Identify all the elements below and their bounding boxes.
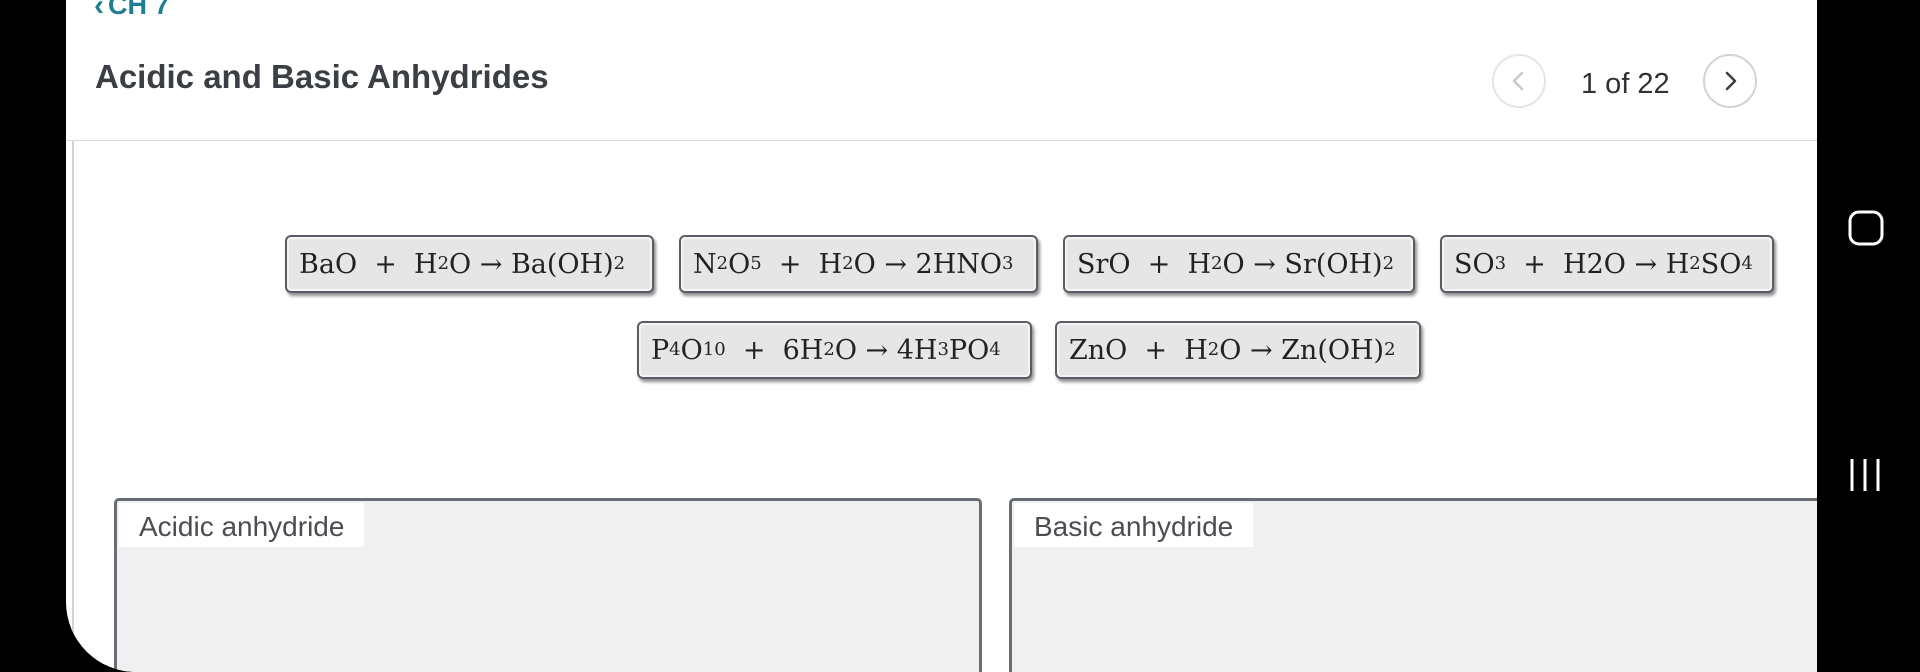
next-button[interactable] <box>1703 54 1757 108</box>
content-border <box>72 141 74 672</box>
previous-button[interactable] <box>1492 54 1546 108</box>
equation-tile-sro[interactable]: SrO + H2O → Sr(OH) 2 <box>1063 235 1415 293</box>
chevron-left-icon <box>1512 71 1524 91</box>
acidic-anhydride-label: Acidic anhydride <box>119 503 365 547</box>
equation-tile-n2o5[interactable]: N2O5 + H2O → 2HNO 3 <box>679 235 1038 293</box>
home-button[interactable] <box>1847 209 1885 252</box>
chevron-left-icon: ‹ <box>94 0 104 22</box>
back-link[interactable]: ‹ CH 7 <box>94 0 170 21</box>
recents-button[interactable] <box>1847 456 1885 499</box>
chevron-right-icon <box>1725 71 1737 91</box>
app-screen: ‹ CH 7 Acidic and Basic Anhydrides 1 of … <box>66 0 1817 672</box>
page-title: Acidic and Basic Anhydrides <box>95 58 549 95</box>
system-navigation-bar <box>1817 0 1920 672</box>
acidic-anhydride-dropzone[interactable]: Acidic anhydride <box>114 498 982 672</box>
basic-anhydride-label: Basic anhydride <box>1014 503 1254 547</box>
equation-tile-bao[interactable]: BaO + H2O → Ba(OH) 2 <box>285 235 654 293</box>
equation-tile-p4o10[interactable]: P 4 O 10 + 6H 2 O → 4H 3 PO 4 <box>637 321 1032 379</box>
page-indicator: 1 of 22 <box>1581 68 1670 100</box>
recents-icon <box>1850 459 1880 491</box>
back-link-label: CH 7 <box>108 0 170 20</box>
basic-anhydride-dropzone[interactable]: Basic anhydride <box>1009 498 1817 672</box>
equation-tile-so3[interactable]: SO 3 + H2O → H 2 SO 4 <box>1440 235 1774 293</box>
square-home-icon <box>1848 210 1884 246</box>
equation-tile-zno[interactable]: ZnO + H2O → Zn(OH) 2 <box>1055 321 1421 379</box>
header: ‹ CH 7 Acidic and Basic Anhydrides 1 of … <box>66 0 1817 141</box>
